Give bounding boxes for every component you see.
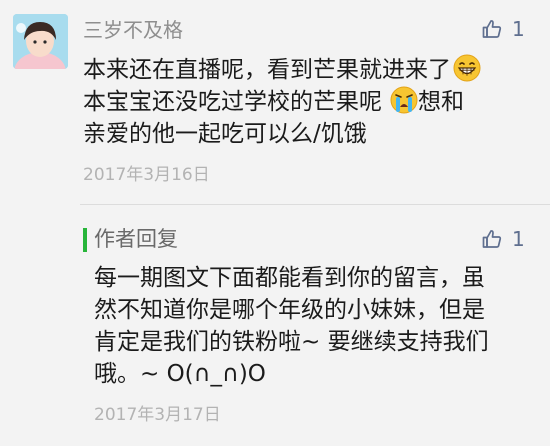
reply-line-4: 哦。~ O(∩_∩)O xyxy=(94,361,266,387)
comment-like-button[interactable]: 1 xyxy=(482,16,525,42)
reply-like-count: 1 xyxy=(512,227,525,251)
comment-line-2: 本宝宝还没吃过学校的芒果呢 xyxy=(83,89,382,115)
reply-accent-bar xyxy=(83,228,87,252)
comment-line-3: 想和 xyxy=(418,89,464,115)
grin-emoji-icon xyxy=(453,54,481,82)
reply-date: 2017年3月17日 xyxy=(94,405,221,425)
reply-title: 作者回复 xyxy=(94,227,178,251)
reply-line-1: 每一期图文下面都能看到你的留言，虽 xyxy=(94,265,485,291)
crying-emoji-icon xyxy=(390,86,418,114)
avatar[interactable] xyxy=(13,14,68,69)
comment-line-4: 亲爱的他一起吃可以么/饥饿 xyxy=(83,121,367,147)
reply-body: 每一期图文下面都能看到你的留言，虽 然不知道你是哪个年级的小妹妹，但是 肯定是我… xyxy=(94,262,524,390)
reply-like-button[interactable]: 1 xyxy=(482,226,525,252)
divider xyxy=(80,204,550,205)
reply-line-3: 肯定是我们的铁粉啦~ 要继续支持我们 xyxy=(94,329,489,355)
comment-like-count: 1 xyxy=(512,17,525,41)
comment-username[interactable]: 三岁不及格 xyxy=(83,17,183,43)
comment-body: 本来还在直播呢，看到芒果就进来了 本宝宝还没吃过学校的芒果呢 想和 亲爱的他一起… xyxy=(83,54,523,150)
thumbs-up-icon xyxy=(482,19,502,39)
comment-card: 三岁不及格 1 本来还在直播呢，看到芒果就进来了 本宝宝还没吃过学校的芒果呢 想… xyxy=(0,0,550,200)
comment-line-1: 本来还在直播呢，看到芒果就进来了 xyxy=(83,57,451,83)
thumbs-up-icon xyxy=(482,229,502,249)
reply-line-2: 然不知道你是哪个年级的小妹妹，但是 xyxy=(94,297,485,323)
comment-date: 2017年3月16日 xyxy=(83,165,210,185)
